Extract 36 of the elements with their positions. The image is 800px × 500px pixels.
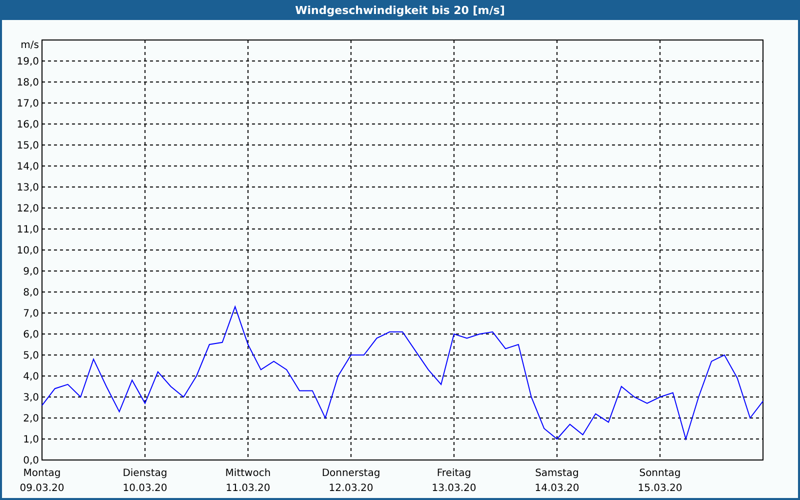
y-tick-label: 12,0: [16, 204, 39, 214]
y-tick-label: 17,0: [16, 98, 39, 110]
y-tick-label: 6,0: [23, 330, 39, 340]
x-tick-label: Dienstag: [122, 468, 168, 479]
date-label: 09.03.20: [20, 483, 64, 494]
y-tick-label: 19,0: [16, 56, 39, 68]
y-axis-unit: m/s: [20, 40, 39, 51]
y-tick-label: 7,0: [23, 308, 39, 320]
date-label: 15.03.20: [638, 483, 682, 494]
y-tick-label: 10,0: [16, 246, 39, 256]
x-tick-label: Sonntag: [639, 468, 681, 479]
window-title: Windgeschwindigkeit bis 20 [m/s]: [295, 4, 505, 16]
y-tick-label: 3,0: [23, 392, 39, 404]
date-label: 11.03.20: [226, 483, 270, 494]
y-tick-label: 8,0: [23, 288, 39, 298]
x-tick-label: Donnerstag: [322, 468, 380, 479]
date-label: 12.03.20: [328, 483, 374, 494]
y-tick-label: 2,0: [23, 414, 39, 424]
y-tick-label: 0,0: [23, 456, 39, 466]
date-label: 13.03.20: [432, 483, 476, 494]
y-tick-label: 4,0: [23, 372, 39, 382]
y-tick-label: 18,0: [16, 78, 39, 88]
y-tick-label: 13,0: [16, 182, 39, 194]
x-tick-label: Montag: [23, 468, 61, 479]
y-tick-label: 16,0: [16, 120, 39, 130]
x-tick-label: Mittwoch: [225, 468, 271, 479]
y-tick-label: 9,0: [23, 266, 39, 278]
y-tick-label: 15,0: [16, 140, 39, 152]
y-tick-label: 11,0: [16, 224, 39, 236]
x-tick-label: Samstag: [535, 468, 579, 479]
date-label: 10.03.20: [122, 483, 168, 494]
y-tick-label: 14,0: [16, 162, 39, 172]
date-label: 14.03.20: [534, 483, 580, 494]
x-tick-label: Freitag: [436, 468, 472, 479]
y-tick-label: 1,0: [23, 434, 39, 446]
y-tick-label: 5,0: [23, 350, 39, 362]
